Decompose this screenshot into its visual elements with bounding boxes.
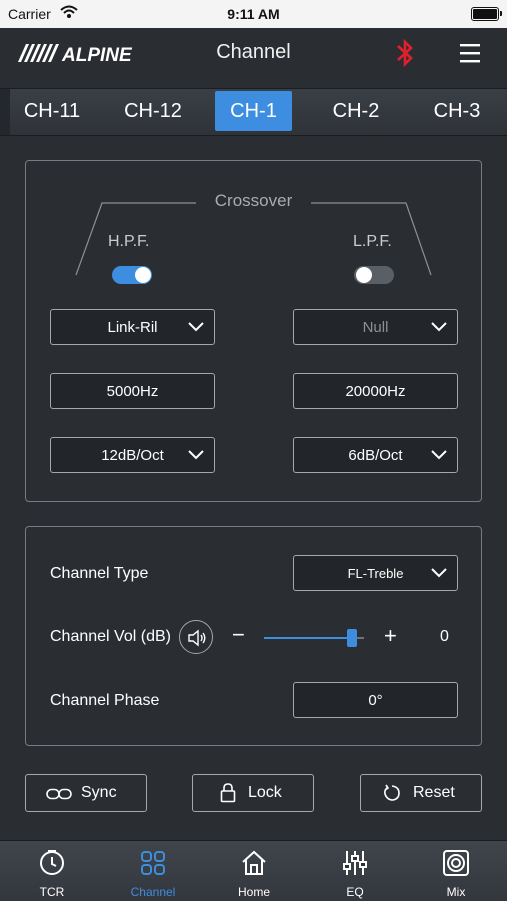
hpf-slope-value: 12dB/Oct: [101, 447, 164, 464]
channel-vol-label: Channel Vol (dB): [50, 628, 171, 645]
clock-icon: [40, 850, 64, 875]
bottom-nav-channel-label: Channel: [130, 885, 176, 899]
grid-icon: [141, 851, 165, 875]
channel-type-value: FL-Treble: [347, 566, 404, 581]
hpf-frequency-field[interactable]: 5000Hz: [50, 373, 215, 409]
bottom-nav-channel[interactable]: Channel: [113, 841, 193, 901]
home-icon: [242, 850, 266, 875]
chevron-down-icon: [431, 568, 447, 578]
link-icon: [46, 788, 72, 800]
hpf-slope-select[interactable]: 12dB/Oct: [50, 437, 215, 473]
lpf-slope-select[interactable]: 6dB/Oct: [293, 437, 458, 473]
bottom-nav-eq-label: EQ: [346, 885, 364, 899]
sync-label: Sync: [81, 784, 117, 801]
bottom-nav-eq[interactable]: EQ: [315, 841, 395, 901]
bottom-nav-tcr[interactable]: TCR: [12, 841, 92, 901]
lpf-label: L.P.F.: [353, 233, 392, 250]
page-title: Channel: [216, 41, 291, 63]
hpf-toggle[interactable]: [112, 266, 152, 284]
bluetooth-icon[interactable]: [394, 38, 416, 68]
channel-phase-value: 0°: [368, 692, 383, 709]
crossover-curve-icon: [75, 202, 432, 276]
speaker-icon: [443, 850, 469, 876]
lpf-frequency-value: 20000Hz: [345, 383, 406, 400]
channel-settings-panel: Channel Type FL-Treble Channel Vol (dB) …: [25, 526, 482, 746]
tabs-scroll-edge: [0, 89, 10, 135]
reset-label: Reset: [413, 784, 455, 801]
volume-decrease-button[interactable]: −: [232, 622, 245, 648]
channel-type-label: Channel Type: [50, 565, 149, 582]
lpf-type-value: Null: [362, 319, 389, 336]
equalizer-icon: [343, 851, 367, 875]
lpf-type-select[interactable]: Null: [293, 309, 458, 345]
tab-ch-3[interactable]: CH-3: [417, 91, 497, 131]
volume-slider-thumb[interactable]: [347, 629, 357, 647]
lpf-frequency-field[interactable]: 20000Hz: [293, 373, 458, 409]
speaker-volume-icon: [188, 629, 206, 647]
reset-icon: [384, 784, 400, 801]
tab-ch-2[interactable]: CH-2: [316, 91, 396, 131]
channel-type-select[interactable]: FL-Treble: [293, 555, 458, 591]
tab-ch-11[interactable]: CH-11: [12, 91, 92, 131]
lpf-toggle[interactable]: [354, 266, 394, 284]
crossover-title: Crossover: [214, 191, 293, 210]
bottom-nav-home[interactable]: Home: [214, 841, 294, 901]
bottom-nav-tcr-label: TCR: [39, 885, 65, 899]
channel-tabs: CH-11 CH-12 CH-1 CH-2 CH-3: [0, 88, 507, 136]
bottom-nav-mix[interactable]: Mix: [416, 841, 496, 901]
chevron-down-icon: [431, 450, 447, 460]
hpf-type-select[interactable]: Link-Ril: [50, 309, 215, 345]
hpf-label: H.P.F.: [108, 233, 150, 250]
lpf-slope-value: 6dB/Oct: [348, 447, 403, 464]
lock-label: Lock: [248, 784, 282, 801]
mute-button[interactable]: [179, 620, 213, 654]
battery-icon: [471, 7, 502, 21]
tab-ch-1[interactable]: CH-1: [215, 91, 292, 131]
crossover-panel: Crossover H.P.F. L.P.F. Link-Ril Null 50…: [25, 160, 482, 502]
status-bar: Carrier 9:11 AM: [0, 0, 507, 28]
bottom-nav: TCR Channel Home EQ Mix: [0, 840, 507, 901]
sync-button[interactable]: Sync: [25, 774, 147, 812]
hpf-type-value: Link-Ril: [107, 319, 158, 336]
lock-icon: [220, 783, 236, 803]
lock-button[interactable]: Lock: [192, 774, 314, 812]
chevron-down-icon: [188, 322, 204, 332]
reset-button[interactable]: Reset: [360, 774, 482, 812]
tab-ch-12[interactable]: CH-12: [113, 91, 193, 131]
channel-phase-label: Channel Phase: [50, 692, 160, 709]
menu-icon[interactable]: [459, 42, 481, 64]
chevron-down-icon: [431, 322, 447, 332]
volume-increase-button[interactable]: +: [384, 623, 397, 649]
bottom-nav-home-label: Home: [237, 885, 270, 899]
nav-bar: ALPINE Channel: [0, 28, 507, 78]
chevron-down-icon: [188, 450, 204, 460]
channel-phase-field[interactable]: 0°: [293, 682, 458, 718]
hpf-frequency-value: 5000Hz: [106, 383, 159, 400]
volume-value: 0: [440, 628, 449, 645]
bottom-nav-mix-label: Mix: [446, 885, 466, 899]
volume-slider-fill[interactable]: [264, 637, 352, 639]
clock-time: 9:11 AM: [227, 6, 280, 22]
